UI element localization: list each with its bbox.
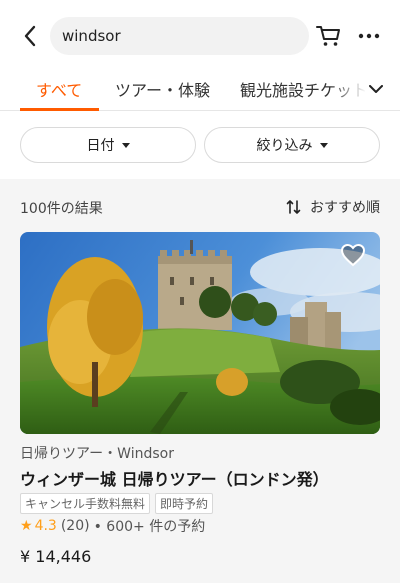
category-tabs: すべて ツアー・体験 観光施設チケット (0, 70, 400, 111)
result-count: 100件の結果 (20, 201, 103, 217)
instant-booking-tag: 即時予約 (155, 493, 214, 514)
expand-tabs-button[interactable] (365, 78, 387, 100)
heart-icon (340, 243, 366, 267)
tab-all[interactable]: すべて (36, 77, 82, 101)
sort-label: おすすめ順 (310, 200, 380, 216)
sort-icon (286, 200, 301, 214)
review-count: (20) (60, 518, 90, 534)
back-button[interactable] (18, 22, 42, 50)
sort-button[interactable]: おすすめ順 (286, 196, 380, 218)
cart-icon (316, 26, 340, 46)
caret-down-icon (319, 142, 328, 148)
free-cancellation-tag: キャンセル手数料無料 (20, 493, 151, 514)
wishlist-button[interactable] (340, 243, 366, 267)
activity-image[interactable] (20, 232, 380, 434)
date-filter-label: 日付 (86, 138, 115, 154)
chevron-down-icon (369, 84, 383, 93)
rating-row: ★ 4.3 (20) • 600+ 件の予約 (20, 516, 205, 536)
activity-category: 日帰りツアー・Windsor (20, 446, 174, 462)
activity-title[interactable]: ウィンザー城 日帰りツアー（ロンドン発） (20, 466, 329, 490)
caret-down-icon (121, 142, 130, 148)
booking-count: • 600+ 件の予約 (93, 519, 206, 535)
activity-price: ¥ 14,446 (20, 547, 92, 566)
refine-filter-label: 絞り込み (256, 138, 313, 154)
windsor-castle-photo (20, 232, 380, 434)
more-options-button[interactable] (356, 24, 382, 48)
activity-tags: キャンセル手数料無料 即時予約 (20, 493, 214, 514)
search-bar[interactable] (50, 17, 309, 55)
top-bar (0, 0, 400, 70)
rating-score: 4.3 (34, 518, 57, 534)
results-section: 100件の結果 おすすめ順 日帰りツアー・Windsor ウィンザー城 日帰りツ… (0, 179, 400, 583)
search-input[interactable] (62, 17, 297, 55)
cart-button[interactable] (316, 24, 342, 48)
refine-filter-button[interactable]: 絞り込み (204, 127, 380, 163)
star-icon: ★ (20, 518, 33, 534)
tab-fade (330, 70, 366, 110)
date-filter-button[interactable]: 日付 (20, 127, 196, 163)
filter-bar: 日付 絞り込み (0, 111, 400, 179)
chevron-left-icon (24, 25, 36, 47)
tab-tours-experiences[interactable]: ツアー・体験 (115, 77, 210, 101)
more-dots-icon (358, 33, 380, 39)
